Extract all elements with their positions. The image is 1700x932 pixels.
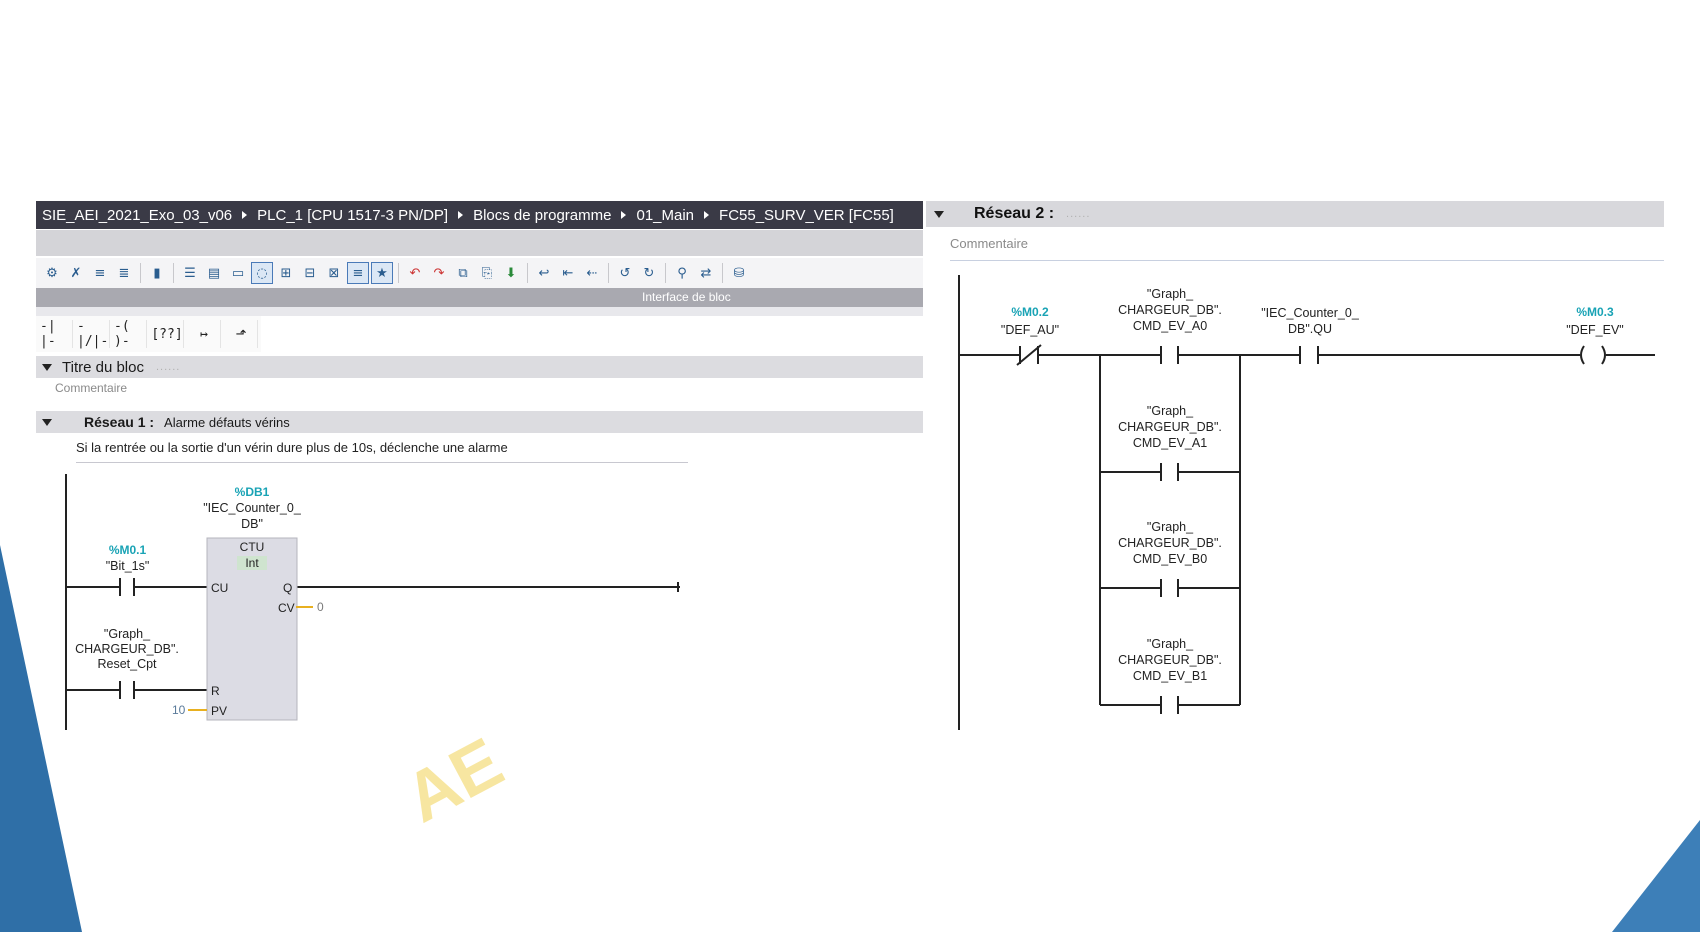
branch-contact-b0[interactable]: "Graph_ CHARGEUR_DB". CMD_EV_B0 bbox=[1105, 519, 1235, 567]
coil-left bbox=[1580, 345, 1585, 365]
branch-contact-a0[interactable]: "Graph_ CHARGEUR_DB". CMD_EV_A0 bbox=[1105, 286, 1235, 334]
branch-contact-b1[interactable]: "Graph_ CHARGEUR_DB". CMD_EV_B1 bbox=[1105, 636, 1235, 684]
coil-right bbox=[1601, 345, 1606, 365]
branch-contact-a1[interactable]: "Graph_ CHARGEUR_DB". CMD_EV_A1 bbox=[1105, 403, 1235, 451]
qu-contact-name[interactable]: "IEC_Counter_0_ DB".QU bbox=[1245, 305, 1375, 337]
coil-name[interactable]: "DEF_EV" bbox=[1555, 322, 1635, 338]
coil-address[interactable]: %M0.3 bbox=[1555, 305, 1635, 319]
nc-contact-address[interactable]: %M0.2 bbox=[990, 305, 1070, 319]
nc-contact-name[interactable]: "DEF_AU" bbox=[990, 322, 1070, 338]
network-2-ladder bbox=[958, 275, 1655, 730]
